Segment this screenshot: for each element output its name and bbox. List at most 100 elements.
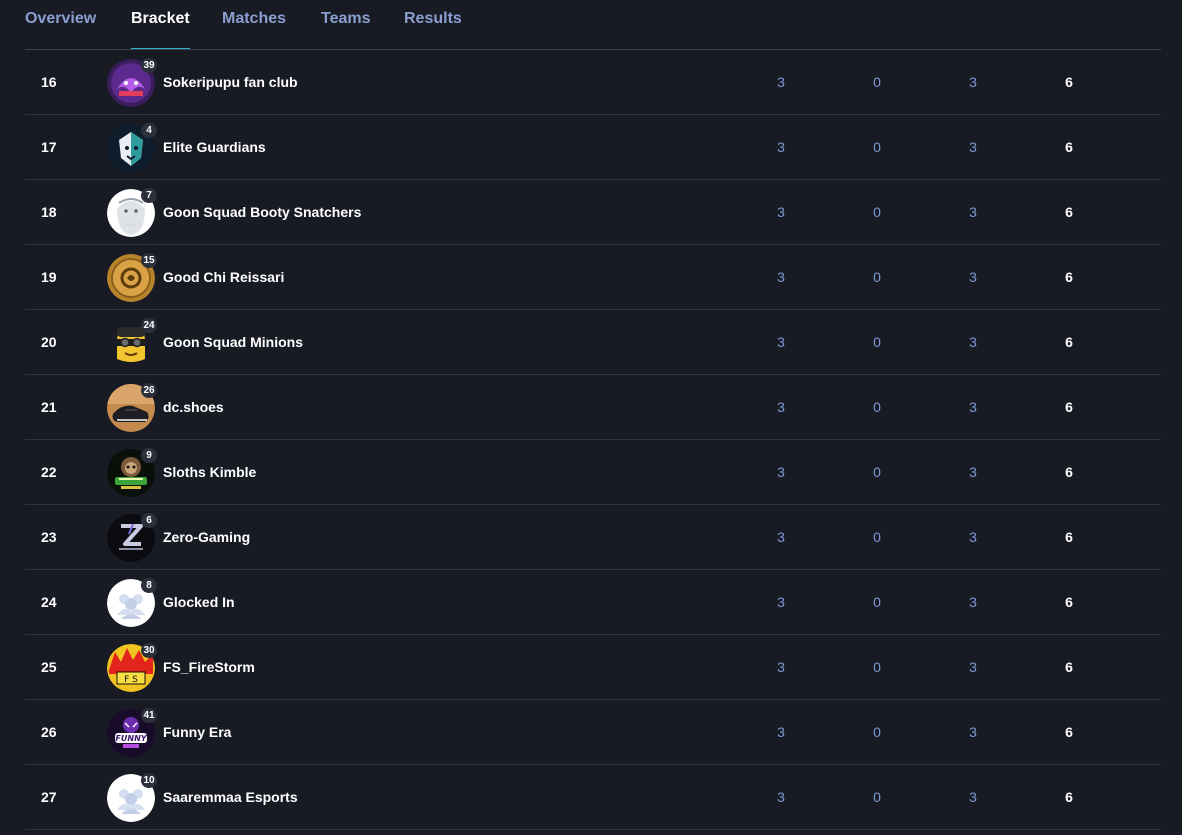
losses-value: 0 bbox=[873, 334, 881, 350]
rank-number: 23 bbox=[41, 529, 57, 545]
rank-number: 24 bbox=[41, 594, 57, 610]
matches-value: 3 bbox=[969, 789, 977, 805]
table-row: 16 39 Sokeripupu fan club 3 0 3 6 bbox=[25, 50, 1161, 115]
matches-value: 3 bbox=[969, 659, 977, 675]
wins-value: 3 bbox=[777, 139, 785, 155]
seed-badge: 4 bbox=[141, 123, 157, 138]
losses-value: 0 bbox=[873, 74, 881, 90]
svg-text:FUNNY: FUNNY bbox=[115, 734, 147, 743]
seed-badge: 26 bbox=[141, 383, 157, 398]
matches-value: 3 bbox=[969, 139, 977, 155]
points-value: 6 bbox=[1065, 529, 1073, 545]
losses-value: 0 bbox=[873, 139, 881, 155]
table-row: 27 10 Saaremmaa Esports 3 0 3 6 bbox=[25, 765, 1161, 830]
losses-value: 0 bbox=[873, 204, 881, 220]
seed-badge: 41 bbox=[141, 708, 157, 723]
losses-value: 0 bbox=[873, 789, 881, 805]
losses-value: 0 bbox=[873, 724, 881, 740]
team-name[interactable]: Elite Guardians bbox=[163, 115, 266, 179]
wins-value: 3 bbox=[777, 464, 785, 480]
rank-number: 26 bbox=[41, 724, 57, 740]
rank-number: 27 bbox=[41, 789, 57, 805]
matches-value: 3 bbox=[969, 74, 977, 90]
table-row: 24 8 Glocked In 3 0 3 6 bbox=[25, 570, 1161, 635]
seed-badge: 39 bbox=[141, 58, 157, 73]
tab-bar: Overview Bracket Matches Teams Results bbox=[0, 0, 1182, 50]
wins-value: 3 bbox=[777, 269, 785, 285]
points-value: 6 bbox=[1065, 594, 1073, 610]
team-name[interactable]: Good Chi Reissari bbox=[163, 245, 284, 309]
losses-value: 0 bbox=[873, 399, 881, 415]
table-row: 19 15 Good Chi Reissari 3 0 3 6 bbox=[25, 245, 1161, 310]
team-name[interactable]: FS_FireStorm bbox=[163, 635, 255, 699]
team-name[interactable]: Glocked In bbox=[163, 570, 235, 634]
rank-number: 18 bbox=[41, 204, 57, 220]
table-row: 18 7 Goon Squad Booty Snatchers 3 0 3 6 bbox=[25, 180, 1161, 245]
team-name[interactable]: Goon Squad Minions bbox=[163, 310, 303, 374]
team-name[interactable]: Saaremmaa Esports bbox=[163, 765, 298, 829]
rank-number: 16 bbox=[41, 74, 57, 90]
rank-number: 20 bbox=[41, 334, 57, 350]
table-row: 20 24 Goon Squad Minions 3 0 3 6 bbox=[25, 310, 1161, 375]
team-name[interactable]: Zero-Gaming bbox=[163, 505, 250, 569]
points-value: 6 bbox=[1065, 334, 1073, 350]
losses-value: 0 bbox=[873, 269, 881, 285]
tab-results[interactable]: Results bbox=[404, 10, 462, 50]
points-value: 6 bbox=[1065, 724, 1073, 740]
wins-value: 3 bbox=[777, 659, 785, 675]
seed-badge: 9 bbox=[141, 448, 157, 463]
seed-badge: 10 bbox=[141, 773, 157, 788]
seed-badge: 6 bbox=[141, 513, 157, 528]
team-name[interactable]: Sokeripupu fan club bbox=[163, 50, 298, 114]
seed-badge: 30 bbox=[141, 643, 157, 658]
table-row: 25 F S 30 FS_FireStorm 3 0 3 6 bbox=[25, 635, 1161, 700]
rank-number: 22 bbox=[41, 464, 57, 480]
wins-value: 3 bbox=[777, 789, 785, 805]
tab-teams[interactable]: Teams bbox=[321, 10, 371, 50]
wins-value: 3 bbox=[777, 334, 785, 350]
matches-value: 3 bbox=[969, 334, 977, 350]
matches-value: 3 bbox=[969, 529, 977, 545]
rank-number: 19 bbox=[41, 269, 57, 285]
rank-number: 25 bbox=[41, 659, 57, 675]
team-name[interactable]: Sloths Kimble bbox=[163, 440, 256, 504]
table-row: 17 4 Elite Guardians 3 0 3 6 bbox=[25, 115, 1161, 180]
rank-number: 21 bbox=[41, 399, 57, 415]
team-name[interactable]: Goon Squad Booty Snatchers bbox=[163, 180, 361, 244]
matches-value: 3 bbox=[969, 204, 977, 220]
table-row: 26 FUNNY 41 Funny Era 3 0 3 6 bbox=[25, 700, 1161, 765]
matches-value: 3 bbox=[969, 464, 977, 480]
tab-matches[interactable]: Matches bbox=[222, 10, 286, 50]
matches-value: 3 bbox=[969, 724, 977, 740]
points-value: 6 bbox=[1065, 74, 1073, 90]
matches-value: 3 bbox=[969, 594, 977, 610]
points-value: 6 bbox=[1065, 269, 1073, 285]
losses-value: 0 bbox=[873, 529, 881, 545]
table-row: 21 26 dc.shoes 3 0 3 6 bbox=[25, 375, 1161, 440]
seed-badge: 8 bbox=[141, 578, 157, 593]
losses-value: 0 bbox=[873, 464, 881, 480]
table-row: 22 9 Sloths Kimble 3 0 3 6 bbox=[25, 440, 1161, 505]
rank-number: 17 bbox=[41, 139, 57, 155]
points-value: 6 bbox=[1065, 399, 1073, 415]
points-value: 6 bbox=[1065, 139, 1073, 155]
losses-value: 0 bbox=[873, 594, 881, 610]
tab-overview[interactable]: Overview bbox=[25, 10, 96, 50]
seed-badge: 24 bbox=[141, 318, 157, 333]
tab-bracket[interactable]: Bracket bbox=[131, 10, 190, 50]
svg-text:F S: F S bbox=[124, 675, 138, 685]
table-row: 23 6 Zero-Gaming 3 0 3 6 bbox=[25, 505, 1161, 570]
seed-badge: 15 bbox=[141, 253, 157, 268]
points-value: 6 bbox=[1065, 789, 1073, 805]
matches-value: 3 bbox=[969, 399, 977, 415]
team-name[interactable]: dc.shoes bbox=[163, 375, 224, 439]
team-name[interactable]: Funny Era bbox=[163, 700, 231, 764]
losses-value: 0 bbox=[873, 659, 881, 675]
wins-value: 3 bbox=[777, 204, 785, 220]
standings-table: 16 39 Sokeripupu fan club 3 0 3 6 17 4 Elite Guar… bbox=[25, 50, 1161, 830]
wins-value: 3 bbox=[777, 724, 785, 740]
wins-value: 3 bbox=[777, 594, 785, 610]
points-value: 6 bbox=[1065, 464, 1073, 480]
wins-value: 3 bbox=[777, 529, 785, 545]
matches-value: 3 bbox=[969, 269, 977, 285]
